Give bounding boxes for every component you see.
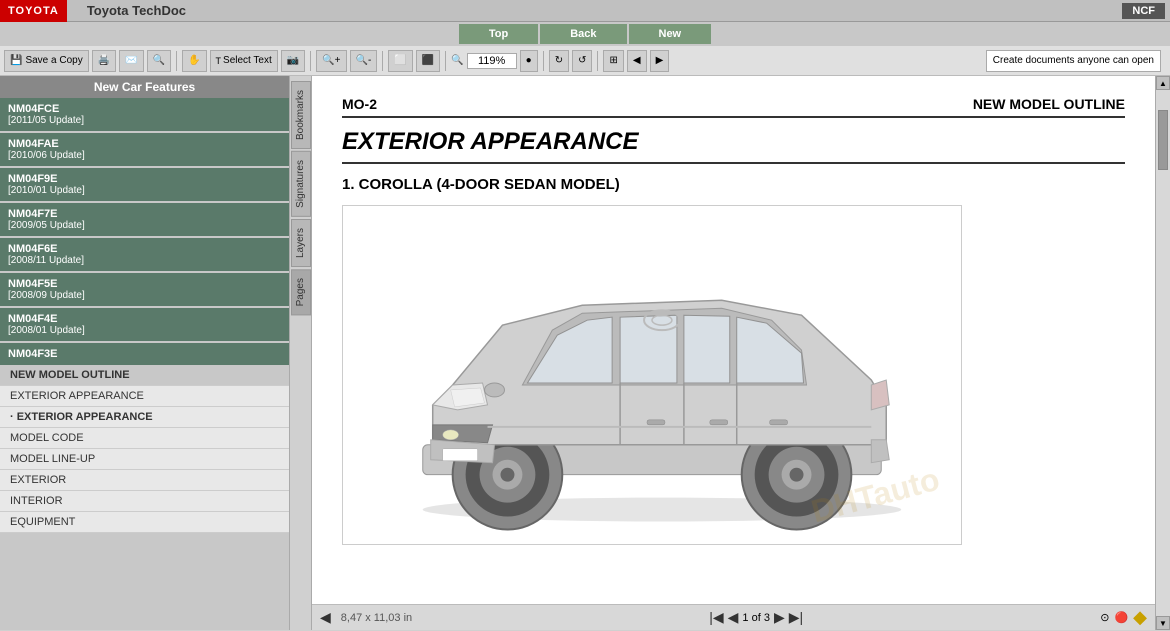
sidebar-header: New Car Features <box>0 76 289 98</box>
sidebar-item-NM04FAE[interactable]: NM04FAE [2010/06 Update] <box>0 133 289 166</box>
status-bar: ◀ 8,47 x 11,03 in |◀ ◀ 1 of 3 ▶ ▶| ⊙ 🔴 ◆ <box>312 604 1155 630</box>
content-area: MO-2 NEW MODEL OUTLINE EXTERIOR APPEARAN… <box>312 76 1155 630</box>
zoom-input[interactable]: 119% <box>467 53 517 69</box>
submenu-item-5[interactable]: EXTERIOR <box>0 470 289 491</box>
hand-tool-button[interactable]: ✋ <box>182 50 206 72</box>
doc-main-title: EXTERIOR APPEARANCE <box>342 128 1125 164</box>
rotate-ccw-button[interactable]: ↺ <box>572 50 592 72</box>
submenu-item-6[interactable]: INTERIOR <box>0 491 289 512</box>
zoom-go-button[interactable]: ● <box>520 50 538 72</box>
page-info: 1 of 3 <box>742 612 770 624</box>
first-page-button[interactable]: |◀ <box>709 609 723 626</box>
toolbar-separator-6 <box>597 51 598 71</box>
nav-top-button[interactable]: Top <box>459 24 538 44</box>
sidebar-list[interactable]: NM04FCE [2011/05 Update] NM04FAE [2010/0… <box>0 98 289 630</box>
fit-button[interactable]: ⊞ <box>603 50 623 72</box>
status-icon-3: ◆ <box>1133 607 1147 628</box>
nav-bar: Top Back New <box>0 22 1170 46</box>
print-button[interactable]: 🖨️ <box>92 50 116 72</box>
scroll-down-button[interactable]: ▼ <box>1156 616 1170 630</box>
scroll-left-button[interactable]: ◀ <box>320 609 331 626</box>
rotate-cw-button[interactable]: ↻ <box>549 50 569 72</box>
sidebar-submenu: NEW MODEL OUTLINE EXTERIOR APPEARANCE · … <box>0 365 289 533</box>
scroll-up-button[interactable]: ▲ <box>1156 76 1170 90</box>
page-navigation: |◀ ◀ 1 of 3 ▶ ▶| <box>422 609 1090 626</box>
snapshot-button[interactable]: 📷 <box>281 50 305 72</box>
doc-section-title: NEW MODEL OUTLINE <box>973 96 1125 112</box>
tab-layers[interactable]: Layers <box>291 219 311 267</box>
sidebar-item-NM04F3E[interactable]: NM04F3E <box>0 343 289 365</box>
prev-page-button[interactable]: ◀ <box>728 609 739 626</box>
next-page-button[interactable]: ▶ <box>774 609 785 626</box>
page-size-label: 8,47 x 11,03 in <box>341 612 412 624</box>
search-button[interactable]: 🔍 <box>147 50 171 72</box>
sidebar-item-NM04F5E[interactable]: NM04F5E [2008/09 Update] <box>0 273 289 306</box>
zoom-in-button[interactable]: 🔍+ <box>316 50 346 72</box>
app-title: Toyota TechDoc <box>77 3 1123 18</box>
select-text-button[interactable]: T Select Text <box>210 50 278 72</box>
sidebar: New Car Features NM04FCE [2011/05 Update… <box>0 76 290 630</box>
submenu-item-3[interactable]: MODEL CODE <box>0 428 289 449</box>
toolbar-separator-5 <box>543 51 544 71</box>
right-scrollbar[interactable]: ▲ ▼ <box>1155 76 1170 630</box>
status-icon-1: ⊙ <box>1100 611 1109 624</box>
tab-signatures[interactable]: Signatures <box>291 151 311 217</box>
toolbar-separator-4 <box>445 51 446 71</box>
sidebar-item-NM04F6E[interactable]: NM04F6E [2008/11 Update] <box>0 238 289 271</box>
page-width-button[interactable]: ⬜ <box>388 50 412 72</box>
doc-page-code: MO-2 <box>342 96 377 112</box>
toolbar-separator-2 <box>310 51 311 71</box>
doc-header: MO-2 NEW MODEL OUTLINE <box>342 96 1125 118</box>
tab-panel: Bookmarks Signatures Layers Pages <box>290 76 312 630</box>
sidebar-item-NM04F9E[interactable]: NM04F9E [2010/01 Update] <box>0 168 289 201</box>
nav-prev-button[interactable]: ◀ <box>627 50 647 72</box>
save-copy-button[interactable]: 💾 Save a Copy <box>4 50 89 72</box>
toolbar-separator-3 <box>382 51 383 71</box>
submenu-item-0[interactable]: NEW MODEL OUTLINE <box>0 365 289 386</box>
status-right: ⊙ 🔴 ◆ <box>1100 607 1147 628</box>
sidebar-item-NM04F4E[interactable]: NM04F4E [2008/01 Update] <box>0 308 289 341</box>
toolbar-separator <box>176 51 177 71</box>
nav-next-button[interactable]: ▶ <box>650 50 670 72</box>
status-icon-2: 🔴 <box>1114 611 1128 624</box>
create-docs-button[interactable]: Create documents anyone can open <box>986 50 1161 72</box>
car-illustration <box>343 205 961 545</box>
nav-back-button[interactable]: Back <box>540 24 626 44</box>
nav-new-button[interactable]: New <box>629 24 712 44</box>
doc-sub-title: 1. COROLLA (4-DOOR SEDAN MODEL) <box>342 176 1125 193</box>
scroll-track[interactable] <box>1156 90 1170 616</box>
submenu-item-1[interactable]: EXTERIOR APPEARANCE <box>0 386 289 407</box>
submenu-item-7[interactable]: EQUIPMENT <box>0 512 289 533</box>
email-button[interactable]: ✉️ <box>119 50 143 72</box>
car-image: DHTauto <box>342 205 962 545</box>
toyota-logo: TOYOTA <box>0 0 67 22</box>
tab-pages[interactable]: Pages <box>291 269 311 315</box>
full-page-button[interactable]: ⬛ <box>416 50 440 72</box>
submenu-item-4[interactable]: MODEL LINE-UP <box>0 449 289 470</box>
tab-bookmarks[interactable]: Bookmarks <box>291 81 311 149</box>
submenu-item-2[interactable]: · EXTERIOR APPEARANCE <box>0 407 289 428</box>
scroll-thumb[interactable] <box>1158 110 1168 170</box>
zoom-out-button[interactable]: 🔍- <box>350 50 378 72</box>
main-layout: New Car Features NM04FCE [2011/05 Update… <box>0 76 1170 630</box>
toolbar: 💾 Save a Copy 🖨️ ✉️ 🔍 ✋ T Select Text 📷 … <box>0 46 1170 76</box>
sidebar-item-NM04F7E[interactable]: NM04F7E [2009/05 Update] <box>0 203 289 236</box>
top-bar: TOYOTA Toyota TechDoc NCF <box>0 0 1170 22</box>
document-area: MO-2 NEW MODEL OUTLINE EXTERIOR APPEARAN… <box>312 76 1155 604</box>
toyota-logo-text: TOYOTA <box>8 5 59 17</box>
zoom-percent-label: 🔍 <box>451 55 463 66</box>
ncf-badge: NCF <box>1122 3 1165 19</box>
sidebar-item-NM04FCE[interactable]: NM04FCE [2011/05 Update] <box>0 98 289 131</box>
last-page-button[interactable]: ▶| <box>789 609 803 626</box>
